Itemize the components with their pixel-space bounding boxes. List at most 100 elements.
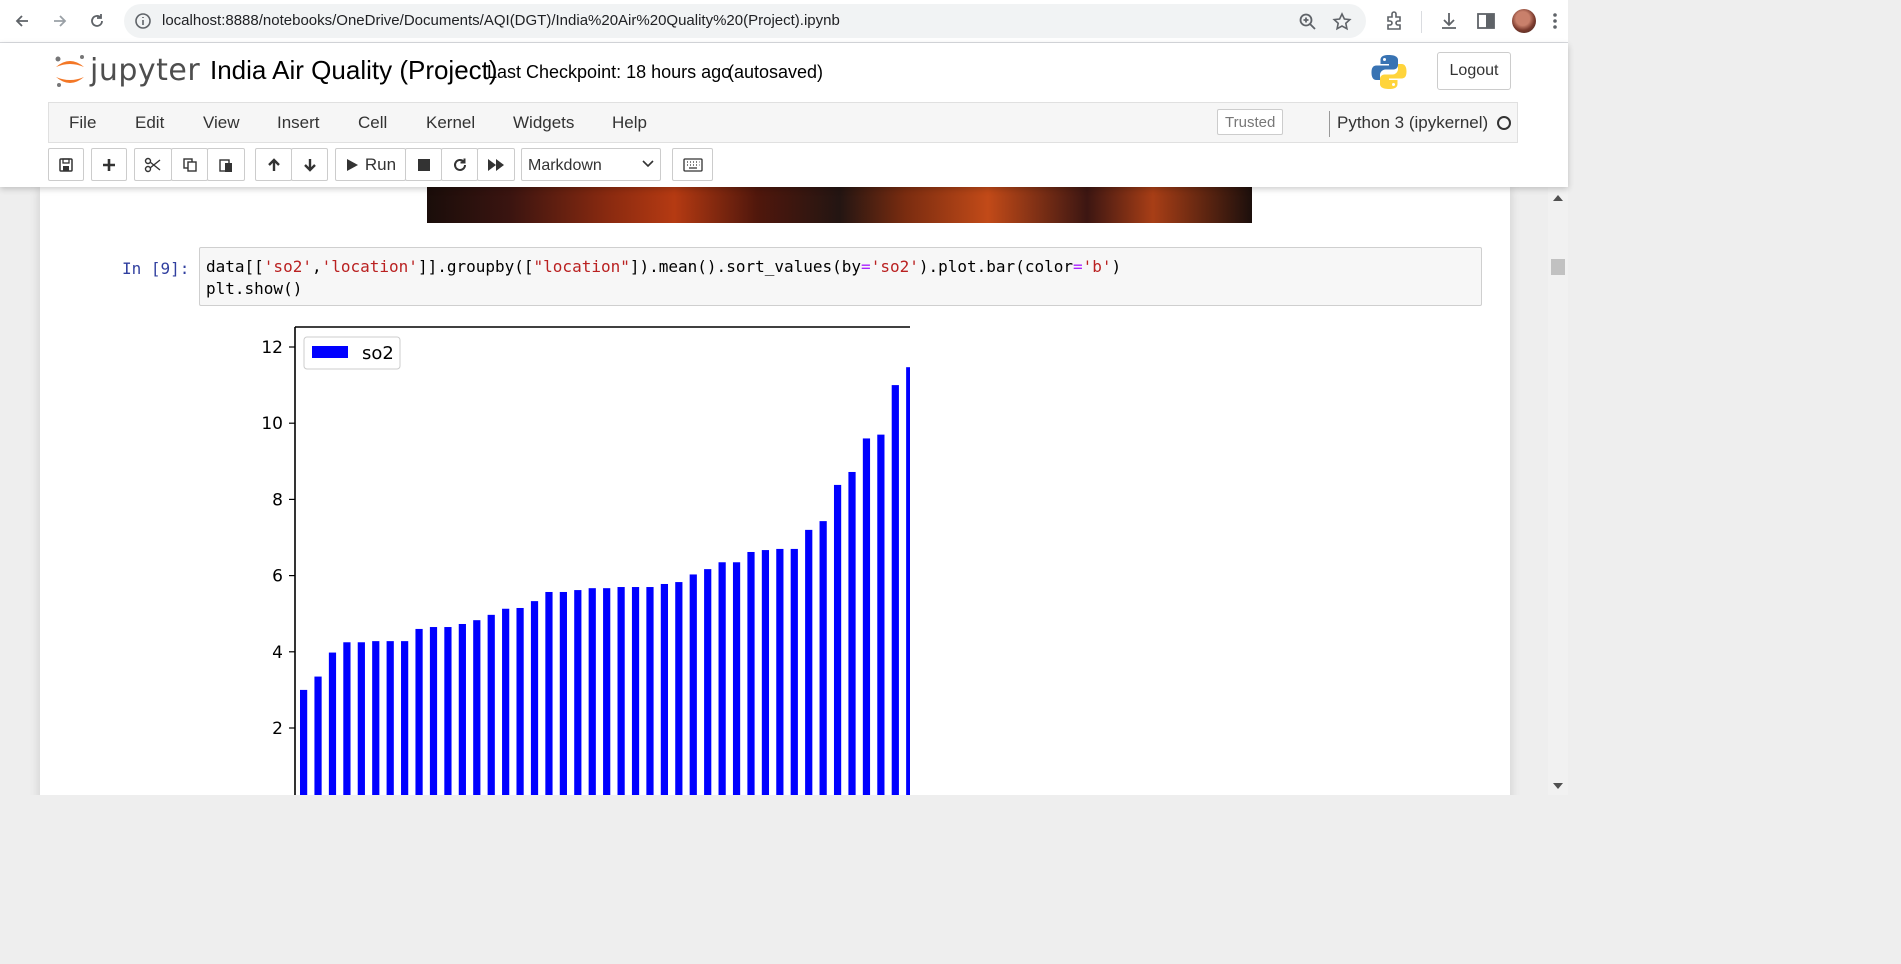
bar-35: [805, 529, 813, 795]
menu-view[interactable]: View: [203, 113, 240, 133]
menu-widgets[interactable]: Widgets: [513, 113, 574, 133]
restart-button[interactable]: [441, 148, 478, 181]
notebook-name[interactable]: India Air Quality (Project): [210, 55, 498, 86]
toolbar-divider: [1421, 11, 1422, 33]
kernel-name[interactable]: Python 3 (ipykernel): [1337, 113, 1488, 133]
scroll-up-icon[interactable]: [1553, 195, 1563, 201]
scissors-icon: [144, 157, 161, 172]
kernel-idle-indicator: [1497, 116, 1511, 130]
menu-help[interactable]: Help: [612, 113, 647, 133]
browser-toolbar: localhost:8888/notebooks/OneDrive/Docume…: [0, 0, 1568, 43]
copy-button[interactable]: [171, 148, 208, 181]
notebook-container: In [9]: data[['so2','location']].groupby…: [40, 187, 1510, 795]
menu-cell[interactable]: Cell: [358, 113, 387, 133]
jupyter-logo-icon: [55, 55, 84, 87]
restart-run-all-button[interactable]: [477, 148, 515, 181]
play-icon: [346, 158, 358, 171]
scroll-down-icon[interactable]: [1553, 783, 1563, 789]
jupyter-header: jupyter India Air Quality (Project) Last…: [0, 43, 1568, 187]
chevron-down-icon: [642, 160, 654, 168]
y-tick-label-2: 2: [272, 719, 283, 739]
menu-bar: File Edit View Insert Cell Kernel Widget…: [48, 102, 1518, 143]
extensions-icon[interactable]: [1384, 10, 1406, 32]
run-label: Run: [364, 154, 397, 174]
move-down-button[interactable]: [291, 148, 328, 181]
bar-9: [429, 627, 438, 795]
bar-18: [559, 591, 567, 795]
so2-bar-chart: 2 4 6 8 10 12 so2: [261, 326, 910, 795]
download-icon[interactable]: [1438, 10, 1460, 32]
address-bar[interactable]: localhost:8888/notebooks/OneDrive/Docume…: [124, 4, 1366, 38]
bar-11: [458, 623, 466, 795]
bar-13: [487, 614, 495, 795]
trusted-indicator[interactable]: Trusted: [1217, 109, 1284, 135]
profile-avatar[interactable]: [1512, 9, 1536, 33]
side-panel-icon[interactable]: [1475, 10, 1497, 32]
bar-21: [603, 588, 611, 795]
code-cell-editor[interactable]: data[['so2','location']].groupby(["locat…: [199, 247, 1482, 306]
logout-button[interactable]: Logout: [1437, 52, 1511, 90]
bar-22: [617, 587, 625, 795]
forward-icon[interactable]: [47, 8, 73, 34]
bar-30: [732, 562, 741, 795]
save-button[interactable]: [48, 148, 84, 181]
bar-23: [631, 587, 640, 795]
kernel-divider: [1329, 111, 1330, 137]
bookmark-star-icon[interactable]: [1332, 12, 1352, 32]
bar-38: [848, 471, 856, 795]
interrupt-button[interactable]: [405, 148, 442, 181]
page-scrollbar[interactable]: [1548, 187, 1568, 795]
paste-icon: [219, 158, 232, 172]
scrollbar-thumb[interactable]: [1551, 259, 1565, 275]
y-tick-label-6: 6: [272, 567, 283, 587]
cut-button[interactable]: [134, 148, 172, 181]
run-button[interactable]: Run: [335, 148, 406, 181]
bar-33: [776, 548, 784, 795]
bar-36: [819, 521, 827, 795]
bar-20: [588, 588, 596, 795]
bar-6: [386, 641, 394, 795]
bar-28: [704, 569, 712, 795]
arrow-up-icon: [267, 157, 280, 171]
site-info-icon[interactable]: [134, 12, 152, 30]
notebook-toolbar: Run Markdown: [48, 148, 728, 182]
bar-29: [718, 562, 726, 795]
notebook-area[interactable]: In [9]: data[['so2','location']].groupby…: [0, 187, 1548, 795]
menu-edit[interactable]: Edit: [135, 113, 164, 133]
bar-15: [516, 607, 524, 795]
arrow-down-icon: [303, 158, 316, 172]
bar-34: [790, 548, 798, 795]
insert-cell-button[interactable]: [91, 148, 127, 181]
save-icon: [59, 157, 73, 172]
bar-39: [862, 438, 871, 795]
legend-swatch: [312, 346, 348, 358]
cell-type-value: Markdown: [528, 157, 602, 174]
bar-24: [646, 587, 654, 795]
bar-4: [357, 642, 365, 795]
bar-8: [415, 628, 423, 795]
menu-file[interactable]: File: [69, 113, 96, 133]
move-up-button[interactable]: [255, 148, 292, 181]
bar-2: [328, 652, 337, 795]
bar-0: [300, 689, 308, 795]
bar-16: [530, 601, 539, 795]
restart-icon: [453, 158, 466, 171]
menu-insert[interactable]: Insert: [277, 113, 320, 133]
cell-type-select[interactable]: Markdown: [521, 148, 661, 181]
paste-button[interactable]: [207, 148, 245, 181]
y-tick-label-4: 4: [272, 643, 283, 663]
menu-kernel[interactable]: Kernel: [426, 113, 475, 133]
reload-icon[interactable]: [84, 8, 110, 34]
bar-17: [545, 591, 553, 795]
zoom-icon[interactable]: [1298, 12, 1318, 32]
bar-10: [444, 627, 452, 795]
python-logo-icon: [1370, 53, 1408, 91]
command-palette-button[interactable]: [672, 148, 713, 181]
jupyter-logo-text: jupyter: [90, 53, 201, 88]
y-tick-label-12: 12: [261, 338, 283, 358]
more-menu-icon[interactable]: [1550, 10, 1572, 32]
bar-7: [401, 641, 409, 795]
bar-25: [660, 583, 669, 795]
output-image: [427, 187, 1252, 223]
back-icon[interactable]: [9, 8, 35, 34]
